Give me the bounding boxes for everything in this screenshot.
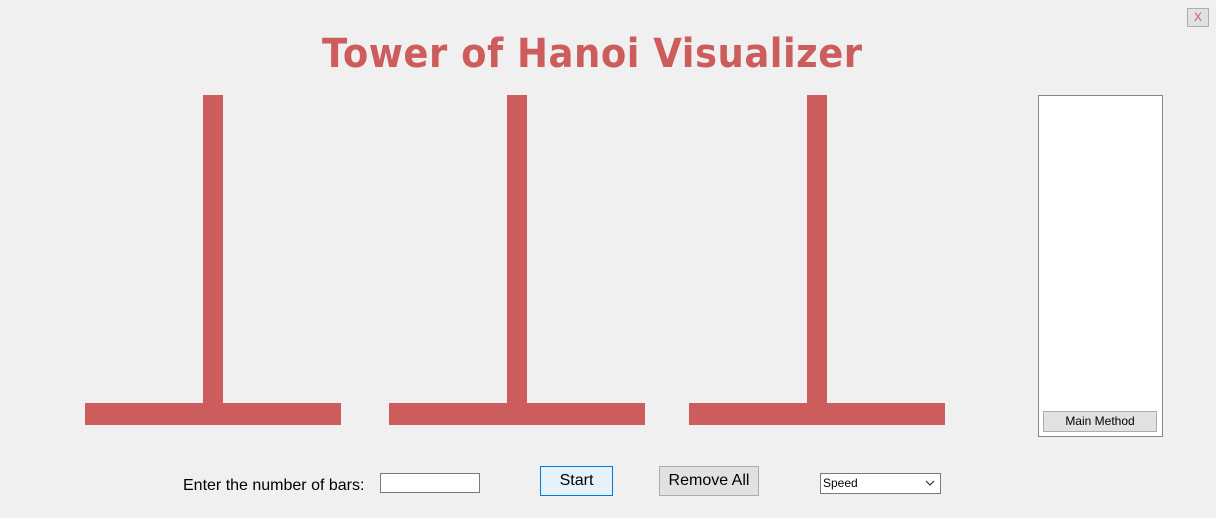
tower-3-base (689, 403, 945, 425)
page-title: Tower of Hanoi Visualizer (322, 30, 863, 77)
bars-count-input[interactable] (380, 473, 480, 493)
main-method-button[interactable]: Main Method (1043, 411, 1157, 432)
start-button[interactable]: Start (540, 466, 613, 496)
moves-list-panel[interactable]: Main Method (1038, 95, 1163, 437)
speed-selected-value: Speed (823, 476, 858, 490)
close-button[interactable]: X (1187, 8, 1209, 27)
tower-3-pole (807, 95, 827, 405)
chevron-down-icon[interactable] (924, 476, 936, 490)
bars-count-label: Enter the number of bars: (183, 477, 365, 494)
speed-dropdown[interactable]: Speed (820, 473, 941, 494)
tower-2-base (389, 403, 645, 425)
remove-all-button[interactable]: Remove All (659, 466, 759, 496)
tower-1-pole (203, 95, 223, 405)
tower-1-base (85, 403, 341, 425)
tower-2-pole (507, 95, 527, 405)
